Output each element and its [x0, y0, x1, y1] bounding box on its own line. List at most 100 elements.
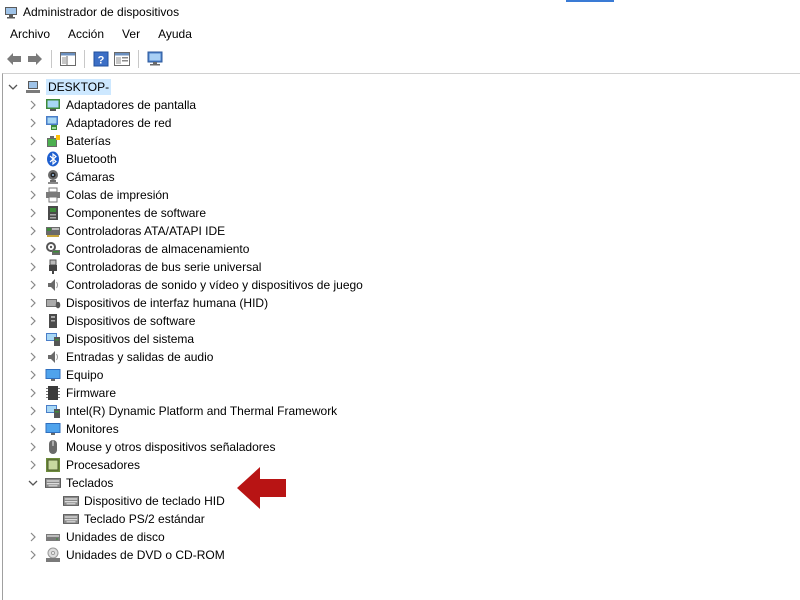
window-accent — [566, 0, 614, 2]
chevron-right-icon[interactable] — [27, 297, 39, 309]
help-icon[interactable]: ? — [91, 49, 111, 69]
red-arrow-annotation — [237, 467, 286, 509]
ide-controller-icon — [45, 223, 61, 239]
tree-category[interactable]: Procesadores — [27, 456, 140, 474]
chevron-right-icon[interactable] — [27, 387, 39, 399]
tree-category[interactable]: Dispositivos de software — [27, 312, 195, 330]
chevron-right-icon[interactable] — [27, 333, 39, 345]
hid-icon — [45, 295, 61, 311]
battery-icon — [45, 133, 61, 149]
tree-category[interactable]: Baterías — [27, 132, 111, 150]
category-label: Baterías — [66, 134, 111, 148]
tree-category[interactable]: Bluetooth — [27, 150, 117, 168]
speaker-icon — [45, 277, 61, 293]
title-bar: Administrador de dispositivos — [0, 0, 800, 24]
menu-ver[interactable]: Ver — [112, 27, 148, 41]
tree-category[interactable]: Controladoras de almacenamiento — [27, 240, 249, 258]
menu-ayuda[interactable]: Ayuda — [148, 27, 200, 41]
tree-category[interactable]: Firmware — [27, 384, 116, 402]
device-label: Dispositivo de teclado HID — [84, 494, 225, 508]
storage-controller-icon — [45, 241, 61, 257]
tree-category[interactable]: Intel(R) Dynamic Platform and Thermal Fr… — [27, 402, 337, 420]
device-tree[interactable]: DESKTOP- Adaptadores de pantalla Adaptad… — [2, 73, 800, 600]
chevron-right-icon[interactable] — [27, 225, 39, 237]
toolbar-separator — [84, 50, 85, 68]
tree-root[interactable]: DESKTOP- — [7, 78, 112, 96]
chevron-right-icon[interactable] — [27, 531, 39, 543]
category-label: Procesadores — [66, 458, 141, 472]
menu-archivo[interactable]: Archivo — [0, 27, 58, 41]
tree-category[interactable]: Unidades de DVD o CD-ROM — [27, 546, 225, 564]
keyboard-icon — [63, 511, 79, 527]
chevron-right-icon[interactable] — [27, 423, 39, 435]
computer-icon — [45, 367, 61, 383]
chevron-right-icon[interactable] — [27, 189, 39, 201]
category-label: Controladoras ATA/ATAPI IDE — [66, 224, 226, 238]
menu-accion[interactable]: Acción — [58, 27, 112, 41]
show-hide-console-tree-icon[interactable] — [58, 49, 78, 69]
system-device-icon — [45, 331, 61, 347]
category-label: Componentes de software — [66, 206, 207, 220]
software-component-icon — [45, 205, 61, 221]
chevron-down-icon[interactable] — [7, 81, 19, 93]
chevron-right-icon[interactable] — [27, 405, 39, 417]
dvd-drive-icon — [45, 547, 61, 563]
properties-icon[interactable] — [112, 49, 132, 69]
chevron-right-icon[interactable] — [27, 135, 39, 147]
toolbar-separator — [51, 50, 52, 68]
tree-category[interactable]: Controladoras ATA/ATAPI IDE — [27, 222, 225, 240]
tree-category[interactable]: Controladoras de sonido y vídeo y dispos… — [27, 276, 363, 294]
chevron-right-icon[interactable] — [27, 99, 39, 111]
category-label: Unidades de disco — [66, 530, 165, 544]
keyboard-icon — [63, 493, 79, 509]
category-label: Cámaras — [66, 170, 115, 184]
chevron-right-icon[interactable] — [27, 279, 39, 291]
chevron-right-icon[interactable] — [27, 441, 39, 453]
chevron-right-icon[interactable] — [27, 207, 39, 219]
forward-arrow-icon[interactable] — [25, 49, 45, 69]
tree-category[interactable]: Dispositivos de interfaz humana (HID) — [27, 294, 268, 312]
category-label: Bluetooth — [66, 152, 117, 166]
menu-bar: Archivo Acción Ver Ayuda — [0, 24, 800, 44]
category-label: Colas de impresión — [66, 188, 169, 202]
chevron-right-icon[interactable] — [27, 153, 39, 165]
tree-device[interactable]: Dispositivo de teclado HID — [63, 492, 225, 510]
tree-category[interactable]: Adaptadores de red — [27, 114, 171, 132]
chevron-right-icon[interactable] — [27, 117, 39, 129]
device-manager-icon — [3, 4, 19, 20]
system-device-icon — [45, 403, 61, 419]
category-label: Adaptadores de pantalla — [66, 98, 197, 112]
tree-category-expanded[interactable]: Teclados — [27, 474, 113, 492]
chevron-right-icon[interactable] — [27, 315, 39, 327]
tree-category[interactable]: Controladoras de bus serie universal — [27, 258, 261, 276]
tree-category[interactable]: Componentes de software — [27, 204, 206, 222]
chevron-right-icon[interactable] — [27, 171, 39, 183]
monitor-icon — [45, 421, 61, 437]
tree-category[interactable]: Adaptadores de pantalla — [27, 96, 196, 114]
chevron-right-icon[interactable] — [27, 549, 39, 561]
window-title: Administrador de dispositivos — [23, 5, 180, 19]
tree-category[interactable]: Cámaras — [27, 168, 115, 186]
chevron-down-icon[interactable] — [27, 477, 39, 489]
back-arrow-icon[interactable] — [4, 49, 24, 69]
scan-hardware-icon[interactable] — [145, 49, 165, 69]
tree-category[interactable]: Unidades de disco — [27, 528, 165, 546]
device-label: Teclado PS/2 estándar — [84, 512, 205, 526]
toolbar: ? — [0, 46, 800, 72]
category-label: Dispositivos del sistema — [66, 332, 195, 346]
tree-device[interactable]: Teclado PS/2 estándar — [63, 510, 205, 528]
chevron-right-icon[interactable] — [27, 351, 39, 363]
chevron-right-icon[interactable] — [27, 459, 39, 471]
tree-category[interactable]: Monitores — [27, 420, 119, 438]
tree-category[interactable]: Equipo — [27, 366, 103, 384]
tree-category[interactable]: Colas de impresión — [27, 186, 169, 204]
category-label: Controladoras de sonido y vídeo y dispos… — [66, 278, 363, 292]
chevron-right-icon[interactable] — [27, 369, 39, 381]
tree-category[interactable]: Dispositivos del sistema — [27, 330, 194, 348]
tree-category[interactable]: Entradas y salidas de audio — [27, 348, 213, 366]
chevron-right-icon[interactable] — [27, 243, 39, 255]
chevron-right-icon[interactable] — [27, 261, 39, 273]
tree-category[interactable]: Mouse y otros dispositivos señaladores — [27, 438, 275, 456]
processor-icon — [45, 457, 61, 473]
category-label: Unidades de DVD o CD-ROM — [66, 548, 225, 562]
